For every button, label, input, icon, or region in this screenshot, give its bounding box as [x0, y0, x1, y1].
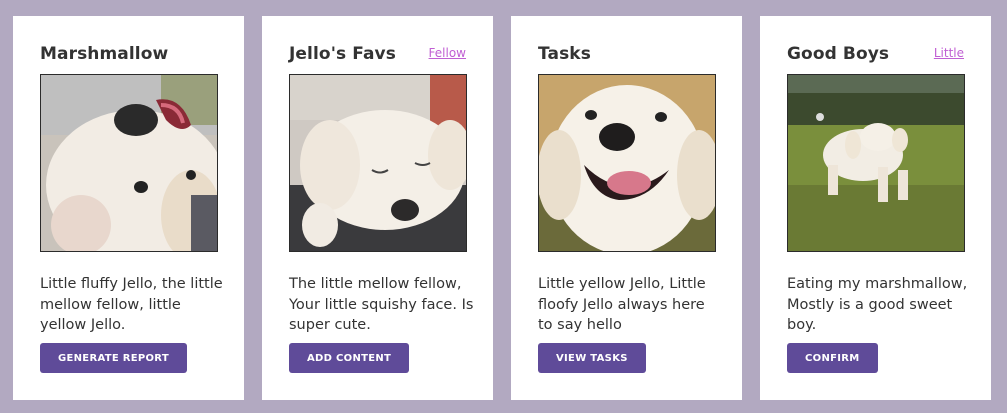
- card-description: Eating my marshmallow, Mostly is a good …: [787, 276, 968, 333]
- card-description: The little mellow fellow, Your little sq…: [289, 276, 474, 333]
- dog-photo: [40, 74, 218, 252]
- add-content-button[interactable]: ADD CONTENT: [289, 343, 410, 373]
- card-title: Tasks: [538, 44, 591, 64]
- card-good-boys: Good Boys Little Eating my marshmallow, …: [760, 16, 991, 400]
- card-description: Little yellow Jello, Little floofy Jello…: [538, 276, 706, 333]
- card-jellos-favs: Jello's Favs Fellow The little mellow fe…: [262, 16, 493, 400]
- little-link[interactable]: Little: [934, 46, 964, 60]
- dog-photo: [787, 74, 965, 252]
- dog-photo: [289, 74, 467, 252]
- confirm-button[interactable]: CONFIRM: [787, 343, 878, 373]
- generate-report-button[interactable]: GENERATE REPORT: [40, 343, 187, 373]
- card-title: Good Boys: [787, 44, 890, 64]
- dog-photo: [538, 74, 716, 252]
- card-list: Marshmallow Little fluffy Jello, the lit…: [13, 16, 991, 400]
- view-tasks-button[interactable]: VIEW TASKS: [538, 343, 646, 373]
- card-tasks: Tasks Little yellow Jello, Little floofy…: [511, 16, 742, 400]
- card-title: Marshmallow: [40, 44, 169, 64]
- card-title: Jello's Favs: [289, 44, 396, 64]
- card-description: Little fluffy Jello, the little mellow f…: [40, 276, 223, 333]
- card-marshmallow: Marshmallow Little fluffy Jello, the lit…: [13, 16, 244, 400]
- fellow-link[interactable]: Fellow: [429, 46, 466, 60]
